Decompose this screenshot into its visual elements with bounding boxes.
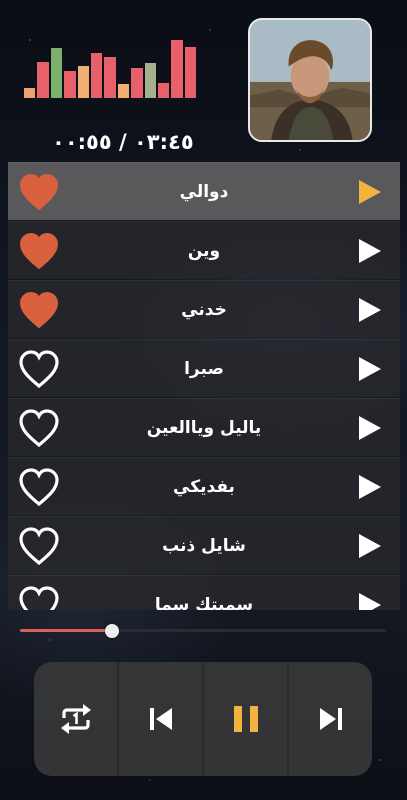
time-display: ٠٣:٤٥ / ٠٠:٥٥ <box>52 130 194 154</box>
artist-avatar <box>248 18 372 142</box>
heart-filled-icon[interactable] <box>18 172 60 212</box>
track-row[interactable]: وين <box>8 221 400 279</box>
equalizer-bar <box>171 40 183 98</box>
track-row[interactable]: بفديكي <box>8 457 400 515</box>
repeat-one-icon <box>60 704 91 734</box>
playlist[interactable]: دوالي وين خدني صبرا ياليل وياالعين بفديكي شايل… <box>8 162 400 610</box>
play-icon[interactable] <box>358 238 382 264</box>
seek-bar[interactable] <box>20 624 386 638</box>
equalizer-bar <box>117 84 130 98</box>
next-icon <box>319 708 342 730</box>
track-title: سميتك سما <box>154 595 254 610</box>
heart-outline-icon[interactable] <box>18 526 60 566</box>
equalizer-bar <box>90 53 103 98</box>
track-row[interactable]: سميتك سما <box>8 575 400 610</box>
heart-outline-icon[interactable] <box>18 585 60 610</box>
track-title: وين <box>187 241 221 261</box>
equalizer-bar <box>131 68 143 98</box>
equalizer-bar <box>37 62 49 98</box>
track-title: شايل ذنب <box>162 536 246 556</box>
equalizer-bar <box>157 83 170 98</box>
equalizer-bar <box>104 57 116 98</box>
track-title: بفديكي <box>173 477 235 497</box>
artist-photo-icon <box>250 20 370 140</box>
track-title: ياليل وياالعين <box>146 418 262 438</box>
play-icon[interactable] <box>358 415 382 441</box>
equalizer-bar <box>24 88 36 98</box>
heart-filled-icon[interactable] <box>18 231 60 271</box>
equalizer-visualizer <box>24 40 197 98</box>
track-row[interactable]: صبرا <box>8 339 400 397</box>
track-row[interactable]: خدني <box>8 280 400 338</box>
repeat-one-button[interactable] <box>34 662 117 776</box>
equalizer-bar <box>144 63 156 98</box>
track-row[interactable]: ياليل وياالعين <box>8 398 400 456</box>
equalizer-bar <box>50 48 63 98</box>
seek-thumb[interactable] <box>104 624 119 638</box>
seek-progress-fill <box>20 629 112 632</box>
playback-controls <box>34 662 372 776</box>
heart-filled-icon[interactable] <box>18 290 60 330</box>
track-title: خدني <box>181 300 227 320</box>
track-row[interactable]: شايل ذنب <box>8 516 400 574</box>
equalizer-bar <box>184 47 197 98</box>
track-title: دوالي <box>179 182 229 202</box>
heart-outline-icon[interactable] <box>18 408 60 448</box>
previous-icon <box>149 708 172 730</box>
track-title: صبرا <box>184 359 224 379</box>
previous-button[interactable] <box>117 662 202 776</box>
heart-outline-icon[interactable] <box>18 349 60 389</box>
pause-button[interactable] <box>202 662 287 776</box>
play-icon[interactable] <box>358 179 382 205</box>
pause-icon <box>233 706 258 732</box>
play-icon[interactable] <box>358 474 382 500</box>
play-icon[interactable] <box>358 356 382 382</box>
equalizer-bar <box>77 66 89 98</box>
heart-outline-icon[interactable] <box>18 467 60 507</box>
play-icon[interactable] <box>358 297 382 323</box>
play-icon[interactable] <box>358 533 382 559</box>
track-row[interactable]: دوالي <box>8 162 400 220</box>
equalizer-bar <box>64 71 76 98</box>
next-button[interactable] <box>287 662 372 776</box>
play-icon[interactable] <box>358 592 382 610</box>
